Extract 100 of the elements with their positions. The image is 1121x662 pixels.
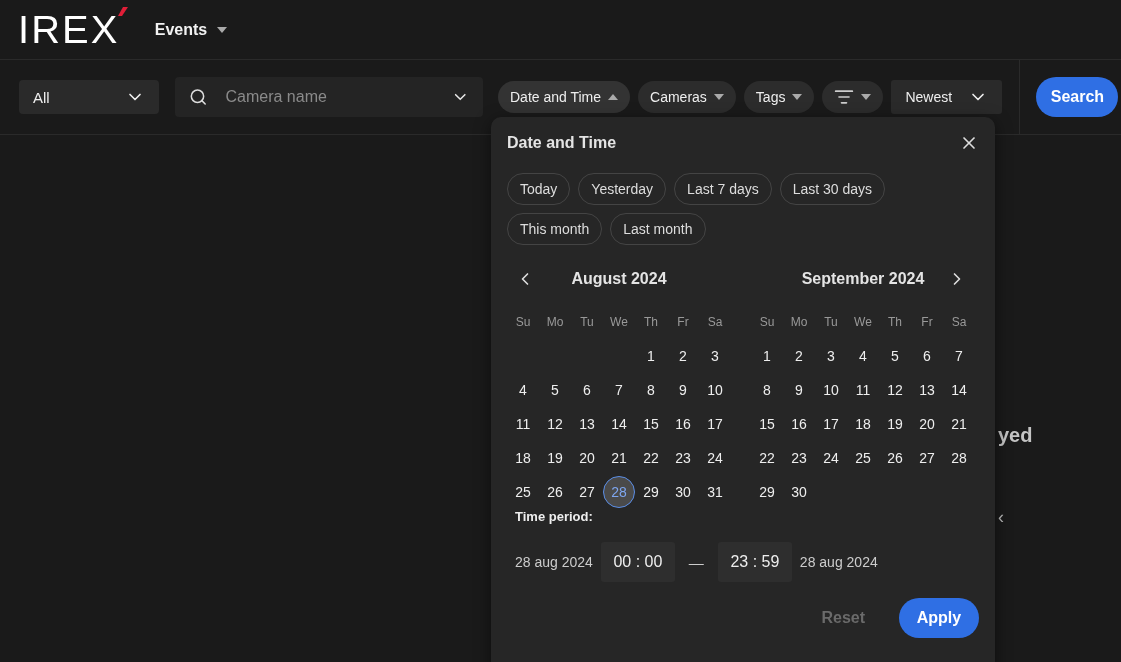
calendar-day[interactable]: 17 bbox=[699, 408, 731, 440]
calendar-day[interactable]: 24 bbox=[815, 442, 847, 474]
calendar-day[interactable]: 6 bbox=[911, 340, 943, 372]
calendar-day[interactable]: 12 bbox=[879, 374, 911, 406]
calendar-day[interactable]: 10 bbox=[699, 374, 731, 406]
calendar-day[interactable]: 21 bbox=[603, 442, 635, 474]
scope-select[interactable]: All bbox=[19, 80, 159, 114]
calendar-day[interactable]: 30 bbox=[783, 476, 815, 508]
calendar-day[interactable]: 17 bbox=[815, 408, 847, 440]
calendar-day[interactable]: 29 bbox=[635, 476, 667, 508]
weekday-label: Sa bbox=[950, 314, 968, 331]
time-period-label: Time period: bbox=[515, 509, 594, 524]
empty-state-text: ‹ bbox=[998, 507, 1004, 528]
weekday-label: We bbox=[853, 314, 873, 331]
end-time-field[interactable]: 23 : 59 bbox=[717, 542, 792, 582]
weekday-label: Fr bbox=[676, 314, 690, 331]
weekday-label: Th bbox=[887, 314, 903, 331]
calendar-day[interactable]: 8 bbox=[635, 374, 667, 406]
calendar-day[interactable]: 9 bbox=[667, 374, 699, 406]
calendar-day[interactable]: 8 bbox=[751, 374, 783, 406]
calendar-day[interactable]: 3 bbox=[815, 340, 847, 372]
calendar-day[interactable]: 27 bbox=[911, 442, 943, 474]
camera-search-box[interactable]: Camera name bbox=[175, 77, 483, 117]
calendar-day[interactable]: 22 bbox=[635, 442, 667, 474]
weekday-label: Tu bbox=[579, 314, 595, 331]
calendar-day[interactable]: 18 bbox=[847, 408, 879, 440]
calendar-day[interactable]: 23 bbox=[667, 442, 699, 474]
filter-chip[interactable]: Tags bbox=[743, 81, 815, 113]
popup-title: Date and Time bbox=[507, 134, 617, 152]
weekday-label: Fr bbox=[920, 314, 934, 331]
calendar-day[interactable]: 26 bbox=[879, 442, 911, 474]
calendar-day[interactable]: 14 bbox=[603, 408, 635, 440]
weekday-label: Mo bbox=[789, 314, 809, 331]
filter-menu-button[interactable] bbox=[822, 81, 884, 113]
search-button[interactable]: Search bbox=[1036, 77, 1119, 117]
calendar-day[interactable]: 28 bbox=[603, 476, 635, 508]
camera-search-field[interactable]: Camera name bbox=[223, 87, 435, 107]
calendar-day[interactable]: 26 bbox=[539, 476, 571, 508]
caret-icon bbox=[713, 94, 724, 100]
caret-icon bbox=[861, 94, 872, 100]
calendar-day[interactable]: 18 bbox=[507, 442, 539, 474]
calendar-day[interactable]: 25 bbox=[847, 442, 879, 474]
start-time-field[interactable]: 00 : 00 bbox=[600, 542, 675, 582]
calendar-day[interactable]: 28 bbox=[943, 442, 975, 474]
empty-state-heading: yed bbox=[998, 424, 1033, 447]
calendar-day[interactable]: 2 bbox=[783, 340, 815, 372]
calendar-day[interactable]: 4 bbox=[847, 340, 879, 372]
calendar-day[interactable]: 3 bbox=[699, 340, 731, 372]
calendar-day[interactable]: 11 bbox=[847, 374, 879, 406]
calendar-day[interactable]: 15 bbox=[751, 408, 783, 440]
calendar-day[interactable]: 22 bbox=[751, 442, 783, 474]
calendar-day[interactable]: 6 bbox=[571, 374, 603, 406]
calendar-day[interactable]: 31 bbox=[699, 476, 731, 508]
filter-chip[interactable]: Cameras bbox=[638, 81, 736, 113]
calendar-day[interactable]: 19 bbox=[539, 442, 571, 474]
calendar-day[interactable]: 7 bbox=[603, 374, 635, 406]
calendar-day[interactable]: 16 bbox=[783, 408, 815, 440]
filter-chip[interactable]: Date and Time bbox=[498, 81, 631, 113]
calendar-day[interactable]: 4 bbox=[507, 374, 539, 406]
calendar-day[interactable]: 24 bbox=[699, 442, 731, 474]
calendar-day[interactable]: 5 bbox=[879, 340, 911, 372]
calendar-day[interactable]: 20 bbox=[571, 442, 603, 474]
calendar-day[interactable]: 27 bbox=[571, 476, 603, 508]
month-title: September 2024 bbox=[800, 270, 926, 288]
calendar-day[interactable]: 11 bbox=[507, 408, 539, 440]
calendar-day[interactable]: 23 bbox=[783, 442, 815, 474]
calendar-day[interactable]: 5 bbox=[539, 374, 571, 406]
weekday-label: Mo bbox=[545, 314, 565, 331]
calendar-day[interactable]: 10 bbox=[815, 374, 847, 406]
weekday-label: We bbox=[609, 314, 629, 331]
weekday-label: Th bbox=[643, 314, 659, 331]
calendar-day[interactable]: 29 bbox=[751, 476, 783, 508]
weekday-label: Tu bbox=[823, 314, 839, 331]
calendar-day[interactable]: 2 bbox=[667, 340, 699, 372]
calendar-day[interactable]: 14 bbox=[943, 374, 975, 406]
end-date: 28 aug 2024 bbox=[799, 554, 878, 570]
section-menu[interactable]: Events bbox=[154, 20, 228, 39]
caret-icon bbox=[608, 94, 619, 100]
calendar-day[interactable]: 13 bbox=[911, 374, 943, 406]
calendar-day[interactable]: 25 bbox=[507, 476, 539, 508]
calendar-day[interactable]: 7 bbox=[943, 340, 975, 372]
caret-icon bbox=[792, 94, 803, 100]
calendar-day[interactable]: 16 bbox=[667, 408, 699, 440]
sort-select[interactable]: Newest bbox=[891, 80, 1003, 114]
range-separator: — bbox=[687, 553, 705, 571]
calendar-day[interactable]: 15 bbox=[635, 408, 667, 440]
calendar-day[interactable]: 21 bbox=[943, 408, 975, 440]
calendar-day[interactable]: 1 bbox=[751, 340, 783, 372]
caret-icon bbox=[217, 26, 228, 33]
calendar-day[interactable]: 1 bbox=[635, 340, 667, 372]
calendar-day[interactable]: 13 bbox=[571, 408, 603, 440]
start-date: 28 aug 2024 bbox=[515, 554, 593, 570]
calendar-day[interactable]: 30 bbox=[667, 476, 699, 508]
calendar-day[interactable]: 20 bbox=[911, 408, 943, 440]
logo: IREX bbox=[18, 10, 120, 49]
filter-list-icon bbox=[834, 87, 855, 107]
calendar-day[interactable]: 12 bbox=[539, 408, 571, 440]
calendar-day[interactable]: 19 bbox=[879, 408, 911, 440]
apply-button[interactable]: Apply bbox=[899, 598, 979, 638]
calendar-day[interactable]: 9 bbox=[783, 374, 815, 406]
